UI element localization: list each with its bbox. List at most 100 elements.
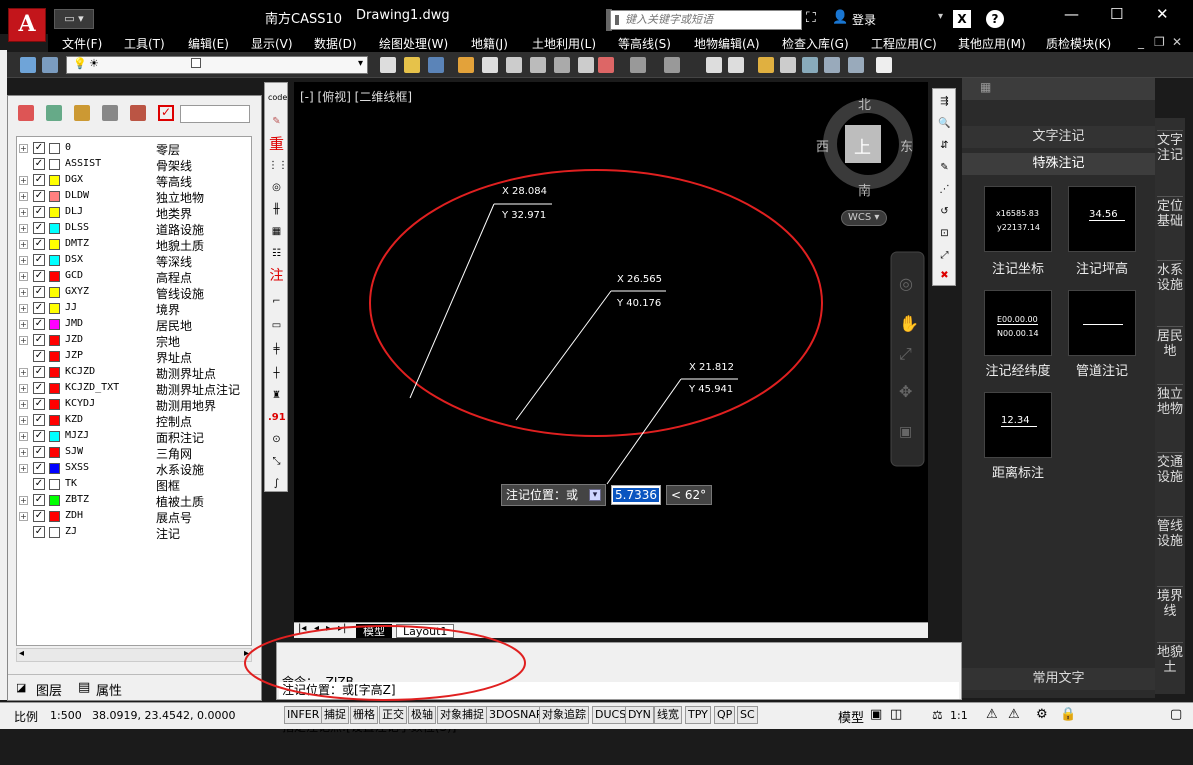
layer-row[interactable]: ✓ ASSIST 骨架线 bbox=[17, 157, 251, 173]
vtab-landform[interactable]: 地貌土 bbox=[1157, 642, 1183, 675]
layer-visible-checkbox[interactable]: ✓ bbox=[33, 222, 45, 234]
mdi-restore-icon[interactable]: ❐ bbox=[1154, 35, 1165, 49]
zoom-previous-icon[interactable] bbox=[578, 57, 594, 73]
layer-row[interactable]: + ✓ KCJZD 勘测界址点 bbox=[17, 365, 251, 381]
layer-color-swatch[interactable] bbox=[49, 239, 60, 250]
layer-row[interactable]: + ✓ ZDH 展点号 bbox=[17, 509, 251, 525]
layer-list-icon[interactable] bbox=[102, 105, 118, 121]
layer-row[interactable]: ✓ TK 图框 bbox=[17, 477, 251, 493]
status-toggle[interactable]: 极轴 bbox=[408, 706, 436, 724]
r-tool-6-icon[interactable]: ↺ bbox=[936, 203, 953, 221]
layer-row[interactable]: + ✓ SXSS 水系设施 bbox=[17, 461, 251, 477]
search-input[interactable]: 键入关键字或短语 bbox=[610, 10, 802, 30]
dynamic-input-angle[interactable]: < 62° bbox=[666, 485, 712, 505]
r-tool-delete-icon[interactable]: ✖ bbox=[936, 267, 953, 285]
status-toggle[interactable]: TPY bbox=[685, 706, 711, 724]
tab-properties[interactable]: 属性 bbox=[96, 680, 122, 699]
menu-tools[interactable]: 工具(T) bbox=[124, 35, 165, 52]
layer-color-swatch[interactable] bbox=[49, 223, 60, 234]
palette-item-distance[interactable]: 12.34 bbox=[984, 392, 1052, 458]
layer-color-swatch[interactable] bbox=[49, 527, 60, 538]
status-toggle[interactable]: QP bbox=[714, 706, 736, 724]
layer-row[interactable]: + ✓ GCD 高程点 bbox=[17, 269, 251, 285]
r-tool-7-icon[interactable]: ⊡ bbox=[936, 225, 953, 243]
camera-icon[interactable]: ◎ bbox=[268, 179, 285, 197]
layer-color-swatch[interactable] bbox=[49, 143, 60, 154]
scale-value[interactable]: 1:500 bbox=[50, 709, 82, 722]
maximize-icon[interactable]: ☐ bbox=[1110, 5, 1123, 23]
app-logo-button[interactable]: A bbox=[8, 8, 46, 42]
layer-row[interactable]: + ✓ ZBTZ 植被土质 bbox=[17, 493, 251, 509]
layer-color-swatch[interactable] bbox=[49, 383, 60, 394]
extend-icon[interactable] bbox=[848, 57, 864, 73]
r-tool-2-icon[interactable]: 🔍 bbox=[936, 115, 953, 133]
vtab-pipeline[interactable]: 管线设施 bbox=[1157, 516, 1183, 549]
status-toggle[interactable]: 线宽 bbox=[654, 706, 682, 724]
palette-item-elevation[interactable]: 34.56 bbox=[1068, 186, 1136, 252]
palette-grid-icon[interactable]: ▦ bbox=[980, 80, 991, 94]
status-toggle[interactable]: 捕捉 bbox=[321, 706, 349, 724]
rectangle-icon[interactable]: ▭ bbox=[268, 317, 285, 335]
grid-icon[interactable]: ⋮⋮ bbox=[268, 157, 288, 175]
palette-section-text[interactable]: 文字注记 bbox=[962, 126, 1155, 148]
layer-visible-checkbox[interactable]: ✓ bbox=[33, 270, 45, 282]
dynamic-options-icon[interactable]: ▾ bbox=[589, 489, 601, 501]
zoom-nav-icon[interactable]: ⤢ bbox=[899, 344, 912, 364]
layer-color-swatch[interactable] bbox=[49, 207, 60, 218]
layer-state-icon[interactable] bbox=[42, 57, 58, 73]
wcs-menu[interactable]: WCS ▾ bbox=[841, 210, 887, 226]
layer-dropdown[interactable]: 💡 ☀ ▾ bbox=[66, 56, 368, 74]
layer-row[interactable]: + ✓ DGX 等高线 bbox=[17, 173, 251, 189]
design-center-icon[interactable] bbox=[728, 57, 744, 73]
quick-access-dropdown[interactable]: ▭ ▾ bbox=[54, 9, 94, 29]
compass-south[interactable]: 南 bbox=[858, 180, 871, 199]
expand-icon[interactable]: + bbox=[19, 464, 28, 473]
vtab-water[interactable]: 水系设施 bbox=[1157, 260, 1183, 293]
login-dropdown-icon[interactable]: ▾ bbox=[938, 11, 943, 22]
status-toggle[interactable]: DUCS bbox=[592, 706, 630, 724]
vtab-positioning[interactable]: 定位基础 bbox=[1157, 196, 1183, 229]
scroll-left-icon[interactable]: ◂ bbox=[19, 648, 24, 659]
layer-visible-checkbox[interactable]: ✓ bbox=[33, 350, 45, 362]
quick-view-drawings-icon[interactable]: ◫ bbox=[890, 707, 902, 722]
layer-visible-checkbox[interactable]: ✓ bbox=[33, 158, 45, 170]
layer-row[interactable]: + ✓ DLSS 道路设施 bbox=[17, 221, 251, 237]
expand-icon[interactable]: + bbox=[19, 272, 28, 281]
expand-icon[interactable]: + bbox=[19, 176, 28, 185]
layer-row[interactable]: + ✓ JJ 境界 bbox=[17, 301, 251, 317]
binoculars-icon[interactable]: ⛶ bbox=[806, 10, 816, 26]
layer-color-swatch[interactable] bbox=[49, 511, 60, 522]
status-toggle[interactable]: 正交 bbox=[379, 706, 407, 724]
layer-visible-checkbox[interactable]: ✓ bbox=[33, 238, 45, 250]
layer-color-swatch[interactable] bbox=[49, 303, 60, 314]
layer-color-swatch[interactable] bbox=[49, 191, 60, 202]
layer-color-swatch[interactable] bbox=[49, 287, 60, 298]
workspace-gear-icon[interactable]: ⚙ bbox=[1036, 707, 1048, 722]
viewcube-top-label[interactable]: 上 bbox=[854, 133, 871, 158]
layer-horizontal-scrollbar[interactable]: ◂ ▸ bbox=[16, 648, 252, 662]
layer-filter-icon[interactable] bbox=[46, 105, 62, 121]
layer-row[interactable]: + ✓ JMD 居民地 bbox=[17, 317, 251, 333]
layer-color-swatch[interactable] bbox=[49, 495, 60, 506]
zoom-realtime-icon[interactable] bbox=[598, 57, 614, 73]
expand-icon[interactable]: + bbox=[19, 288, 28, 297]
layer-visible-checkbox[interactable]: ✓ bbox=[33, 206, 45, 218]
layer-row[interactable]: + ✓ KZD 控制点 bbox=[17, 413, 251, 429]
zhu-button[interactable]: 注 bbox=[268, 267, 285, 285]
layer-visible-checkbox[interactable]: ✓ bbox=[33, 382, 45, 394]
exchange-icon[interactable]: X bbox=[953, 10, 971, 28]
layer-row[interactable]: + ✓ DLDW 独立地物 bbox=[17, 189, 251, 205]
layer-row[interactable]: + ✓ DMTZ 地貌土质 bbox=[17, 237, 251, 253]
layer-row[interactable]: + ✓ KCYDJ 勘测用地界 bbox=[17, 397, 251, 413]
trim-icon[interactable] bbox=[824, 57, 840, 73]
expand-icon[interactable]: + bbox=[19, 432, 28, 441]
layer-visible-checkbox[interactable]: ✓ bbox=[33, 142, 45, 154]
undo-icon[interactable] bbox=[630, 57, 646, 73]
menu-quality[interactable]: 质检模块(K) bbox=[1046, 35, 1111, 52]
expand-icon[interactable]: + bbox=[19, 368, 28, 377]
layer-visible-checkbox[interactable]: ✓ bbox=[33, 494, 45, 506]
layer-visible-checkbox[interactable]: ✓ bbox=[33, 190, 45, 202]
close-icon[interactable]: ✕ bbox=[1156, 5, 1169, 23]
tower-icon[interactable]: ♜ bbox=[268, 387, 285, 405]
vtab-traffic[interactable]: 交通设施 bbox=[1157, 452, 1183, 485]
